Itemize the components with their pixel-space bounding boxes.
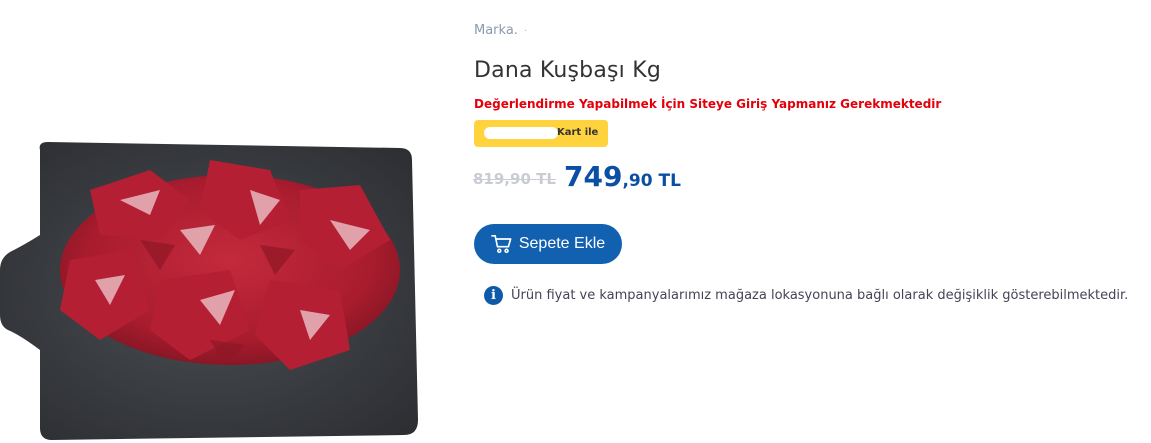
shopping-cart-icon xyxy=(491,235,512,254)
add-to-cart-button[interactable]: Sepete Ekle xyxy=(474,224,622,264)
brand-name[interactable]: Marka. xyxy=(474,23,518,38)
login-warning[interactable]: Değerlendirme Yapabilmek İçin Siteye Gir… xyxy=(474,97,941,111)
product-title: Dana Kuşbaşı Kg xyxy=(474,58,661,83)
card-badge-label: Kart ile xyxy=(557,127,599,138)
add-to-cart-label: Sepete Ekle xyxy=(518,235,606,252)
brand-label[interactable]: Marka. · xyxy=(474,23,527,38)
old-price: 819,90 TL xyxy=(473,170,556,188)
product-image xyxy=(0,130,430,443)
current-price-integer: 749 xyxy=(564,160,623,193)
current-price: 749,90 TL xyxy=(564,160,681,193)
price-notice: i Ürün fiyat ve kampanyalarımız mağaza l… xyxy=(484,286,1128,305)
masked-card-price xyxy=(484,127,558,139)
current-price-decimal: ,90 TL xyxy=(622,171,681,191)
info-icon: i xyxy=(484,286,503,305)
card-price-badge: Kart ile xyxy=(474,120,608,147)
price-notice-text: Ürün fiyat ve kampanyalarımız mağaza lok… xyxy=(511,288,1129,303)
brand-separator: · xyxy=(524,26,528,37)
